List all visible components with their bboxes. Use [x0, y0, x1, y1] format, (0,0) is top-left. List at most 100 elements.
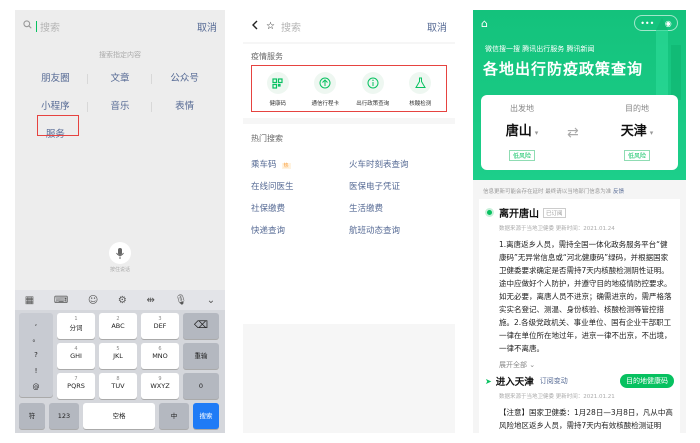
category-mini-programs[interactable]: 小程序 — [23, 100, 88, 114]
subscribed-tag[interactable]: 已订阅 — [543, 207, 566, 218]
highlight-box — [37, 115, 79, 136]
flask-icon — [409, 72, 432, 94]
update-note: 信息更新可能会存在延时 最终请以当地部门信息为准 反馈 — [483, 189, 625, 195]
to-risk-badge: 低风险 — [623, 150, 650, 161]
search-icon — [23, 20, 32, 32]
to-label: 目的地 — [625, 104, 649, 113]
punct-key[interactable]: ? — [19, 347, 53, 363]
subscribe-changes-link[interactable]: 订阅变动 — [540, 376, 568, 386]
dropdown-icon: ▾ — [534, 129, 539, 137]
key-1[interactable]: 1 分词 — [57, 313, 95, 339]
category-stickers[interactable]: 表情 — [152, 100, 217, 114]
data-source: 数据来源于当地卫健委 更新时间：2021.01.24 — [499, 226, 615, 232]
hot-item-bus-code[interactable]: 乘车码热 — [251, 158, 349, 170]
space-key[interactable]: 空格 — [83, 403, 155, 429]
settings-icon[interactable]: ⚙ — [118, 295, 127, 306]
route-card: 出发地 唐山 ▾ 低风险 ⇄ 目的地 天津 ▾ 低风险 — [481, 95, 678, 170]
hot-item-utility-payment[interactable]: 生活缴费 — [349, 202, 447, 214]
location-dot-icon — [485, 208, 494, 217]
punct-key[interactable]: 。 — [19, 331, 53, 347]
travel-policy-service[interactable]: 出行政策查询 — [349, 72, 397, 107]
category-articles[interactable]: 文章 — [88, 72, 153, 86]
hot-item-flight-status[interactable]: 航班动态查询 — [349, 224, 447, 236]
punctuation-column: , 。 ? ! @ — [19, 313, 53, 397]
cancel-button[interactable]: 取消 — [197, 19, 217, 34]
zero-key[interactable]: 0 — [183, 373, 219, 399]
search-services-panel: ☆ 搜索 取消 疫情服务 健康码 通信行程卡 出行政策查询 核酸检测 热门搜索 … — [243, 10, 455, 433]
section-title: 热门搜索 — [251, 134, 283, 143]
enter-policy-text: 【注意】国家卫健委：1月28日—3月8日，凡从中高风险地区返乡人员，需持7天内有… — [499, 408, 673, 430]
hot-item-express[interactable]: 快递查询 — [251, 224, 349, 236]
leave-title: 离开唐山 — [499, 209, 539, 220]
cancel-button[interactable]: 取消 — [427, 19, 447, 34]
arrow-up-icon — [314, 72, 337, 94]
travel-policy-panel: ⌂ ••• ◉ 微信搜一搜 腾讯出行服务 腾讯新闻 各地出行防疫政策查询 出发地 … — [473, 10, 686, 433]
key-6[interactable]: 6 MNO — [141, 343, 179, 369]
hot-item-social-security[interactable]: 社保缴费 — [251, 202, 349, 214]
leave-section-header: 离开唐山 已订阅 — [485, 205, 674, 220]
destination-selector[interactable]: 目的地 天津 ▾ 低风险 — [602, 103, 672, 162]
back-icon[interactable] — [251, 20, 258, 33]
service-label: 健康码 — [269, 101, 286, 107]
mic-small-icon[interactable]: 🎙 — [174, 295, 187, 306]
cursor-icon[interactable]: ⇹ — [146, 295, 154, 306]
key-5[interactable]: 5 JKL — [99, 343, 137, 369]
collapse-keyboard-icon[interactable]: ⌄ — [207, 295, 215, 306]
category-music[interactable]: 音乐 — [88, 100, 153, 114]
key-3[interactable]: 3 DEF — [141, 313, 179, 339]
key-2[interactable]: 2 ABC — [99, 313, 137, 339]
number-key[interactable]: 123 — [49, 403, 79, 429]
category-official-accounts[interactable]: 公众号 — [152, 72, 217, 86]
expand-all-link[interactable]: 展开全部 ⌄ — [499, 360, 674, 370]
punct-key[interactable]: , — [19, 315, 53, 331]
search-input[interactable]: 搜索 — [23, 19, 189, 34]
hot-badge: 热 — [281, 163, 291, 169]
hot-item-train-schedule[interactable]: 火车时刻表查询 — [349, 158, 447, 170]
text-caret — [36, 20, 37, 32]
symbol-key[interactable]: 符 — [19, 403, 45, 429]
enter-section-header: ➤ 进入天津 订阅变动 目的地健康码 — [485, 374, 674, 388]
retype-key[interactable]: 重输 — [183, 343, 219, 369]
swap-icon[interactable]: ⇄ — [567, 125, 579, 141]
key-8[interactable]: 8 TUV — [99, 373, 137, 399]
data-source: 数据来源于当地卫健委 更新时间：2021.01.21 — [499, 394, 615, 400]
policy-header: ⌂ ••• ◉ 微信搜一搜 腾讯出行服务 腾讯新闻 各地出行防疫政策查询 出发地 … — [473, 10, 686, 180]
destination-health-code-button[interactable]: 目的地健康码 — [620, 374, 674, 388]
service-label: 核酸检测 — [409, 101, 432, 107]
search-hint: 搜索指定内容 — [99, 51, 141, 59]
hot-item-online-doctor[interactable]: 在线问医生 — [251, 180, 349, 192]
microphone-icon[interactable] — [109, 242, 131, 264]
emoji-icon[interactable]: ☺ — [88, 295, 98, 306]
search-bar: 搜索 取消 — [15, 10, 225, 42]
feedback-link[interactable]: 反馈 — [613, 189, 624, 195]
delete-key[interactable]: ⌫ — [183, 313, 219, 339]
travel-card-service[interactable]: 通信行程卡 — [302, 72, 350, 107]
hot-search-section: 热门搜索 乘车码热 火车时刻表查询 在线问医生 医保电子凭证 社保缴费 生活缴费… — [243, 124, 455, 324]
key-9[interactable]: 9 WXYZ — [141, 373, 179, 399]
service-label: 出行政策查询 — [356, 101, 390, 107]
policy-body: 离开唐山 已订阅 数据来源于当地卫健委 更新时间：2021.01.24 1.离唐… — [479, 199, 680, 433]
section-title: 疫情服务 — [251, 52, 283, 61]
qr-code-icon — [266, 72, 289, 94]
hot-search-list: 乘车码热 火车时刻表查询 在线问医生 医保电子凭证 社保缴费 生活缴费 快递查询… — [251, 158, 447, 236]
grid-icon[interactable]: ▦ — [25, 295, 34, 306]
search-placeholder[interactable]: 搜索 — [281, 19, 427, 34]
services-row: 健康码 通信行程卡 出行政策查询 核酸检测 — [251, 65, 447, 112]
departure-selector[interactable]: 出发地 唐山 ▾ 低风险 — [487, 103, 557, 162]
star-icon: ☆ — [266, 20, 275, 32]
voice-search[interactable]: 按住说话 — [15, 242, 225, 273]
nucleic-test-service[interactable]: 核酸检测 — [397, 72, 445, 107]
language-key[interactable]: 中 — [159, 403, 189, 429]
punct-key[interactable]: @ — [19, 379, 53, 395]
from-risk-badge: 低风险 — [508, 150, 535, 161]
key-7[interactable]: 7 PQRS — [57, 373, 95, 399]
health-code-service[interactable]: 健康码 — [254, 72, 302, 107]
hot-item-medical-insurance[interactable]: 医保电子凭证 — [349, 180, 447, 192]
punct-key[interactable]: ! — [19, 363, 53, 379]
keyboard-toolbar: ▦ ⌨ ☺ ⚙ ⇹ 🎙 ⌄ — [15, 290, 225, 310]
key-4[interactable]: 4 GHI — [57, 343, 95, 369]
keyboard-icon[interactable]: ⌨ — [54, 295, 68, 306]
home-icon[interactable]: ⌂ — [481, 17, 488, 30]
category-moments[interactable]: 朋友圈 — [23, 72, 88, 86]
search-key[interactable]: 搜索 — [193, 403, 219, 429]
